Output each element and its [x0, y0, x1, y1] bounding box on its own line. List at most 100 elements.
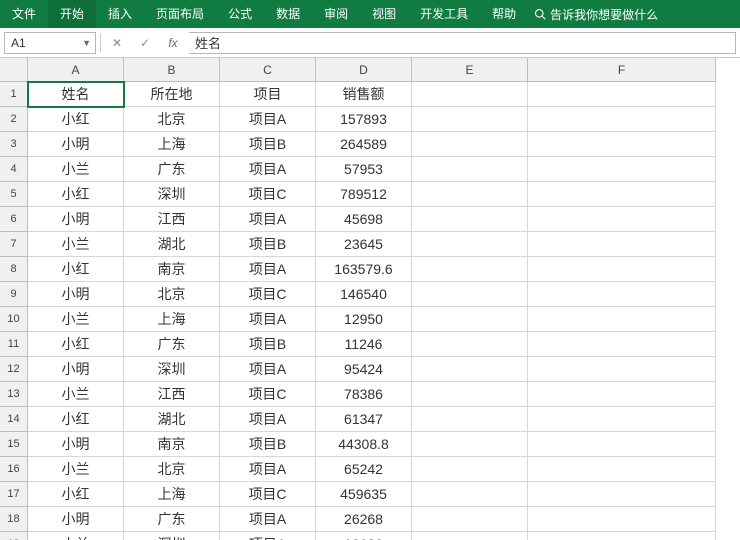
- cell-F3[interactable]: [528, 132, 716, 157]
- cell-D2[interactable]: 157893: [316, 107, 412, 132]
- enter-button[interactable]: ✓: [133, 32, 157, 54]
- cell-C12[interactable]: 项目A: [220, 357, 316, 382]
- row-header-13[interactable]: 13: [0, 382, 28, 407]
- cell-F6[interactable]: [528, 207, 716, 232]
- row-header-15[interactable]: 15: [0, 432, 28, 457]
- row-header-16[interactable]: 16: [0, 457, 28, 482]
- cell-D3[interactable]: 264589: [316, 132, 412, 157]
- cell-F15[interactable]: [528, 432, 716, 457]
- cell-E10[interactable]: [412, 307, 528, 332]
- cell-D11[interactable]: 11246: [316, 332, 412, 357]
- cell-E16[interactable]: [412, 457, 528, 482]
- row-header-11[interactable]: 11: [0, 332, 28, 357]
- ribbon-tab-2[interactable]: 插入: [96, 0, 144, 28]
- cell-D7[interactable]: 23645: [316, 232, 412, 257]
- row-header-18[interactable]: 18: [0, 507, 28, 532]
- cell-B9[interactable]: 北京: [124, 282, 220, 307]
- cell-D10[interactable]: 12950: [316, 307, 412, 332]
- ribbon-tab-1[interactable]: 开始: [48, 0, 96, 28]
- cell-C3[interactable]: 项目B: [220, 132, 316, 157]
- cell-F18[interactable]: [528, 507, 716, 532]
- col-header-F[interactable]: F: [528, 58, 716, 82]
- ribbon-tab-4[interactable]: 公式: [216, 0, 264, 28]
- cell-A13[interactable]: 小兰: [28, 382, 124, 407]
- cell-C19[interactable]: 项目A: [220, 532, 316, 540]
- row-header-10[interactable]: 10: [0, 307, 28, 332]
- row-header-7[interactable]: 7: [0, 232, 28, 257]
- row-header-5[interactable]: 5: [0, 182, 28, 207]
- cell-A12[interactable]: 小明: [28, 357, 124, 382]
- col-header-E[interactable]: E: [412, 58, 528, 82]
- cell-B12[interactable]: 深圳: [124, 357, 220, 382]
- cell-A6[interactable]: 小明: [28, 207, 124, 232]
- row-header-1[interactable]: 1: [0, 82, 28, 107]
- cell-A9[interactable]: 小明: [28, 282, 124, 307]
- cell-B5[interactable]: 深圳: [124, 182, 220, 207]
- ribbon-tab-8[interactable]: 开发工具: [408, 0, 480, 28]
- name-box[interactable]: A1 ▼: [4, 32, 96, 54]
- cell-E18[interactable]: [412, 507, 528, 532]
- cell-C8[interactable]: 项目A: [220, 257, 316, 282]
- cell-B16[interactable]: 北京: [124, 457, 220, 482]
- cell-B17[interactable]: 上海: [124, 482, 220, 507]
- cell-A16[interactable]: 小兰: [28, 457, 124, 482]
- cell-A3[interactable]: 小明: [28, 132, 124, 157]
- cell-B13[interactable]: 江西: [124, 382, 220, 407]
- cell-D6[interactable]: 45698: [316, 207, 412, 232]
- cell-E4[interactable]: [412, 157, 528, 182]
- col-header-D[interactable]: D: [316, 58, 412, 82]
- cell-F1[interactable]: [528, 82, 716, 107]
- cell-E5[interactable]: [412, 182, 528, 207]
- cell-C4[interactable]: 项目A: [220, 157, 316, 182]
- cell-D16[interactable]: 65242: [316, 457, 412, 482]
- ribbon-tab-5[interactable]: 数据: [264, 0, 312, 28]
- cell-D14[interactable]: 61347: [316, 407, 412, 432]
- select-all-corner[interactable]: [0, 58, 28, 82]
- cell-A2[interactable]: 小红: [28, 107, 124, 132]
- row-header-6[interactable]: 6: [0, 207, 28, 232]
- cell-A8[interactable]: 小红: [28, 257, 124, 282]
- cell-B19[interactable]: 深圳: [124, 532, 220, 540]
- cell-F12[interactable]: [528, 357, 716, 382]
- row-header-8[interactable]: 8: [0, 257, 28, 282]
- cell-C5[interactable]: 项目C: [220, 182, 316, 207]
- cell-D5[interactable]: 789512: [316, 182, 412, 207]
- cell-F14[interactable]: [528, 407, 716, 432]
- cell-B18[interactable]: 广东: [124, 507, 220, 532]
- cell-B15[interactable]: 南京: [124, 432, 220, 457]
- cell-C13[interactable]: 项目C: [220, 382, 316, 407]
- formula-input[interactable]: [189, 32, 736, 54]
- cell-D12[interactable]: 95424: [316, 357, 412, 382]
- cell-B4[interactable]: 广东: [124, 157, 220, 182]
- cell-F11[interactable]: [528, 332, 716, 357]
- row-header-14[interactable]: 14: [0, 407, 28, 432]
- cell-E7[interactable]: [412, 232, 528, 257]
- cell-E1[interactable]: [412, 82, 528, 107]
- cell-E17[interactable]: [412, 482, 528, 507]
- cell-E13[interactable]: [412, 382, 528, 407]
- cell-F7[interactable]: [528, 232, 716, 257]
- cell-F10[interactable]: [528, 307, 716, 332]
- cell-B7[interactable]: 湖北: [124, 232, 220, 257]
- ribbon-tab-0[interactable]: 文件: [0, 0, 48, 28]
- cell-C14[interactable]: 项目A: [220, 407, 316, 432]
- cell-F19[interactable]: [528, 532, 716, 540]
- cell-D4[interactable]: 57953: [316, 157, 412, 182]
- cell-A17[interactable]: 小红: [28, 482, 124, 507]
- cell-F4[interactable]: [528, 157, 716, 182]
- cell-D18[interactable]: 26268: [316, 507, 412, 532]
- cell-B11[interactable]: 广东: [124, 332, 220, 357]
- cell-C1[interactable]: 项目: [220, 82, 316, 107]
- cancel-button[interactable]: ✕: [105, 32, 129, 54]
- row-header-4[interactable]: 4: [0, 157, 28, 182]
- col-header-A[interactable]: A: [28, 58, 124, 82]
- cell-B6[interactable]: 江西: [124, 207, 220, 232]
- row-header-12[interactable]: 12: [0, 357, 28, 382]
- cell-B2[interactable]: 北京: [124, 107, 220, 132]
- row-header-3[interactable]: 3: [0, 132, 28, 157]
- cell-C15[interactable]: 项目B: [220, 432, 316, 457]
- row-header-17[interactable]: 17: [0, 482, 28, 507]
- cell-B14[interactable]: 湖北: [124, 407, 220, 432]
- cell-C16[interactable]: 项目A: [220, 457, 316, 482]
- cell-A19[interactable]: 小兰: [28, 532, 124, 540]
